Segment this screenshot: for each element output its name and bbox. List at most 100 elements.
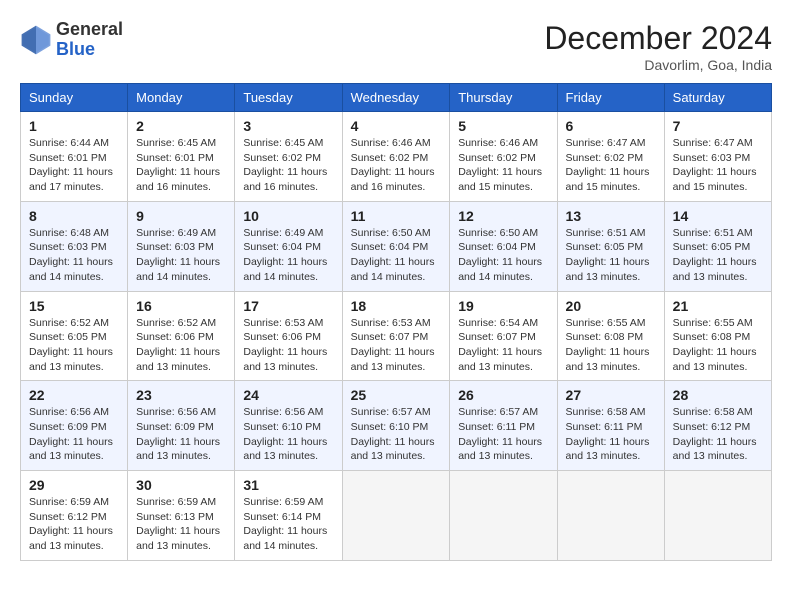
day-number: 26 [458, 387, 548, 403]
calendar-cell: 29 Sunrise: 6:59 AMSunset: 6:12 PMDayligh… [21, 471, 128, 561]
day-header-thursday: Thursday [450, 84, 557, 112]
day-info: Sunrise: 6:56 AMSunset: 6:09 PMDaylight:… [136, 405, 226, 464]
calendar-cell: 25 Sunrise: 6:57 AMSunset: 6:10 PMDayligh… [342, 381, 450, 471]
day-info: Sunrise: 6:52 AMSunset: 6:05 PMDaylight:… [29, 316, 119, 375]
day-info: Sunrise: 6:57 AMSunset: 6:11 PMDaylight:… [458, 405, 548, 464]
day-header-saturday: Saturday [664, 84, 771, 112]
day-info: Sunrise: 6:57 AMSunset: 6:10 PMDaylight:… [351, 405, 442, 464]
calendar-cell: 16Sunrise: 6:52 AMSunset: 6:06 PMDayligh… [128, 291, 235, 381]
calendar-cell: 22 Sunrise: 6:56 AMSunset: 6:09 PMDayligh… [21, 381, 128, 471]
day-header-friday: Friday [557, 84, 664, 112]
day-number: 7 [673, 118, 763, 134]
day-info: Sunrise: 6:47 AMSunset: 6:02 PMDaylight:… [566, 136, 656, 195]
day-info: Sunrise: 6:49 AMSunset: 6:04 PMDaylight:… [243, 226, 333, 285]
day-info: Sunrise: 6:45 AMSunset: 6:02 PMDaylight:… [243, 136, 333, 195]
page-header: General Blue December 2024 Davorlim, Goa… [20, 20, 772, 73]
calendar-cell: 19 Sunrise: 6:54 AMSunset: 6:07 PMDayligh… [450, 291, 557, 381]
logo-icon [20, 24, 52, 56]
calendar-week-5: 29 Sunrise: 6:59 AMSunset: 6:12 PMDayligh… [21, 471, 772, 561]
day-number: 12 [458, 208, 548, 224]
calendar-cell: 11Sunrise: 6:50 AMSunset: 6:04 PMDayligh… [342, 201, 450, 291]
day-info: Sunrise: 6:53 AMSunset: 6:07 PMDaylight:… [351, 316, 442, 375]
day-number: 21 [673, 298, 763, 314]
calendar-cell [342, 471, 450, 561]
calendar-cell: 21 Sunrise: 6:55 AMSunset: 6:08 PMDayligh… [664, 291, 771, 381]
calendar-cell: 7 Sunrise: 6:47 AMSunset: 6:03 PMDaylight… [664, 112, 771, 202]
calendar-cell: 28 Sunrise: 6:58 AMSunset: 6:12 PMDayligh… [664, 381, 771, 471]
calendar-cell: 12Sunrise: 6:50 AMSunset: 6:04 PMDayligh… [450, 201, 557, 291]
calendar-cell: 8 Sunrise: 6:48 AMSunset: 6:03 PMDaylight… [21, 201, 128, 291]
day-info: Sunrise: 6:51 AMSunset: 6:05 PMDaylight:… [566, 226, 656, 285]
day-number: 3 [243, 118, 333, 134]
calendar-week-3: 15 Sunrise: 6:52 AMSunset: 6:05 PMDayligh… [21, 291, 772, 381]
day-info: Sunrise: 6:59 AMSunset: 6:14 PMDaylight:… [243, 495, 333, 554]
calendar-header: SundayMondayTuesdayWednesdayThursdayFrid… [21, 84, 772, 112]
day-info: Sunrise: 6:47 AMSunset: 6:03 PMDaylight:… [673, 136, 763, 195]
month-title: December 2024 [544, 20, 772, 57]
day-number: 8 [29, 208, 119, 224]
day-info: Sunrise: 6:56 AMSunset: 6:09 PMDaylight:… [29, 405, 119, 464]
day-number: 13 [566, 208, 656, 224]
day-header-tuesday: Tuesday [235, 84, 342, 112]
day-info: Sunrise: 6:59 AMSunset: 6:12 PMDaylight:… [29, 495, 119, 554]
calendar-cell: 23 Sunrise: 6:56 AMSunset: 6:09 PMDayligh… [128, 381, 235, 471]
calendar-body: 1 Sunrise: 6:44 AMSunset: 6:01 PMDaylight… [21, 112, 772, 561]
day-number: 4 [351, 118, 442, 134]
day-number: 20 [566, 298, 656, 314]
calendar-week-4: 22 Sunrise: 6:56 AMSunset: 6:09 PMDayligh… [21, 381, 772, 471]
calendar-cell: 17Sunrise: 6:53 AMSunset: 6:06 PMDayligh… [235, 291, 342, 381]
day-header-wednesday: Wednesday [342, 84, 450, 112]
day-number: 5 [458, 118, 548, 134]
day-info: Sunrise: 6:48 AMSunset: 6:03 PMDaylight:… [29, 226, 119, 285]
day-number: 19 [458, 298, 548, 314]
calendar-table: SundayMondayTuesdayWednesdayThursdayFrid… [20, 83, 772, 561]
day-number: 28 [673, 387, 763, 403]
day-number: 18 [351, 298, 442, 314]
calendar-cell [664, 471, 771, 561]
day-info: Sunrise: 6:46 AMSunset: 6:02 PMDaylight:… [458, 136, 548, 195]
day-number: 31 [243, 477, 333, 493]
calendar-cell: 6 Sunrise: 6:47 AMSunset: 6:02 PMDaylight… [557, 112, 664, 202]
calendar-cell: 27Sunrise: 6:58 AMSunset: 6:11 PMDayligh… [557, 381, 664, 471]
calendar-cell: 9Sunrise: 6:49 AMSunset: 6:03 PMDaylight… [128, 201, 235, 291]
day-info: Sunrise: 6:51 AMSunset: 6:05 PMDaylight:… [673, 226, 763, 285]
day-number: 14 [673, 208, 763, 224]
calendar-cell: 13 Sunrise: 6:51 AMSunset: 6:05 PMDayligh… [557, 201, 664, 291]
calendar-cell: 26 Sunrise: 6:57 AMSunset: 6:11 PMDayligh… [450, 381, 557, 471]
logo: General Blue [20, 20, 123, 60]
header-row: SundayMondayTuesdayWednesdayThursdayFrid… [21, 84, 772, 112]
day-info: Sunrise: 6:55 AMSunset: 6:08 PMDaylight:… [566, 316, 656, 375]
day-number: 25 [351, 387, 442, 403]
day-number: 10 [243, 208, 333, 224]
calendar-cell: 3 Sunrise: 6:45 AMSunset: 6:02 PMDaylight… [235, 112, 342, 202]
day-info: Sunrise: 6:58 AMSunset: 6:12 PMDaylight:… [673, 405, 763, 464]
calendar-cell: 1 Sunrise: 6:44 AMSunset: 6:01 PMDaylight… [21, 112, 128, 202]
day-number: 2 [136, 118, 226, 134]
day-info: Sunrise: 6:55 AMSunset: 6:08 PMDaylight:… [673, 316, 763, 375]
day-number: 9 [136, 208, 226, 224]
calendar-cell: 15 Sunrise: 6:52 AMSunset: 6:05 PMDayligh… [21, 291, 128, 381]
day-info: Sunrise: 6:45 AMSunset: 6:01 PMDaylight:… [136, 136, 226, 195]
calendar-cell [557, 471, 664, 561]
day-info: Sunrise: 6:46 AMSunset: 6:02 PMDaylight:… [351, 136, 442, 195]
day-number: 22 [29, 387, 119, 403]
calendar-cell: 30Sunrise: 6:59 AMSunset: 6:13 PMDayligh… [128, 471, 235, 561]
day-number: 17 [243, 298, 333, 314]
day-info: Sunrise: 6:54 AMSunset: 6:07 PMDaylight:… [458, 316, 548, 375]
day-number: 15 [29, 298, 119, 314]
day-info: Sunrise: 6:58 AMSunset: 6:11 PMDaylight:… [566, 405, 656, 464]
day-number: 1 [29, 118, 119, 134]
day-number: 29 [29, 477, 119, 493]
day-number: 24 [243, 387, 333, 403]
calendar-cell: 4 Sunrise: 6:46 AMSunset: 6:02 PMDaylight… [342, 112, 450, 202]
day-number: 16 [136, 298, 226, 314]
day-header-monday: Monday [128, 84, 235, 112]
day-number: 6 [566, 118, 656, 134]
day-info: Sunrise: 6:50 AMSunset: 6:04 PMDaylight:… [351, 226, 442, 285]
day-info: Sunrise: 6:44 AMSunset: 6:01 PMDaylight:… [29, 136, 119, 195]
calendar-cell [450, 471, 557, 561]
day-number: 23 [136, 387, 226, 403]
day-info: Sunrise: 6:56 AMSunset: 6:10 PMDaylight:… [243, 405, 333, 464]
day-header-sunday: Sunday [21, 84, 128, 112]
calendar-cell: 14 Sunrise: 6:51 AMSunset: 6:05 PMDayligh… [664, 201, 771, 291]
